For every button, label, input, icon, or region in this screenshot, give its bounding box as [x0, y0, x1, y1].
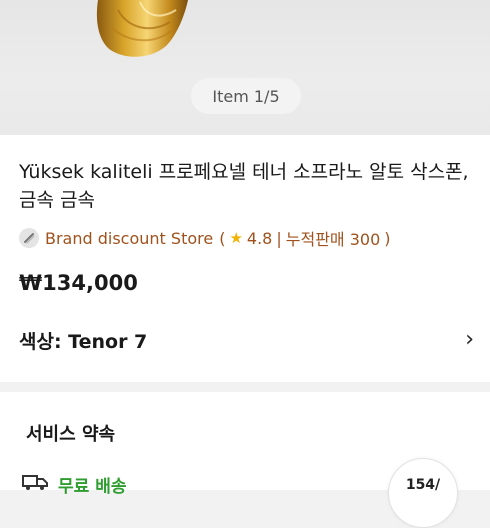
saxophone-product-image [96, 0, 188, 57]
store-sales: 누적판매 300 [285, 230, 381, 249]
product-price: ₩134,000 [19, 271, 138, 295]
store-rating-group: ( ★ 4.8 | 누적판매 300 ) [219, 226, 390, 250]
chevron-right-icon: › [465, 327, 474, 352]
free-shipping-label: 무료 배송 [58, 477, 127, 497]
store-name: Brand discount Store [45, 228, 214, 248]
option-selector[interactable]: 색상: Tenor 7 › [19, 325, 474, 355]
star-icon: ★ [229, 229, 243, 247]
store-rating: 4.8 [246, 228, 273, 248]
promo-badge-text: 154/ [405, 477, 441, 493]
close-paren: ) [384, 228, 391, 248]
option-label: 색상: Tenor 7 [19, 330, 148, 353]
service-promise-card: 서비스 약속 무료 배송 154/ [0, 392, 490, 528]
promo-badge[interactable]: 154/ [388, 458, 458, 528]
product-info-card: Yüksek kaliteli 프로페요넬 테너 소프라노 알토 삭스폰, 금속… [0, 135, 490, 382]
image-counter: Item 1/5 [191, 78, 301, 114]
product-title: Yüksek kaliteli 프로페요넬 테너 소프라노 알토 삭스폰, 금속… [19, 161, 469, 211]
divider: | [276, 228, 282, 248]
service-title: 서비스 약속 [26, 424, 116, 445]
saxophone-icon [19, 228, 39, 248]
free-shipping-row: 무료 배송 [22, 472, 126, 497]
open-paren: ( [219, 228, 226, 248]
store-link[interactable]: Brand discount Store ( ★ 4.8 | 누적판매 300 … [19, 226, 391, 250]
truck-icon [22, 473, 48, 496]
product-image-gallery[interactable]: Item 1/5 [0, 0, 490, 135]
